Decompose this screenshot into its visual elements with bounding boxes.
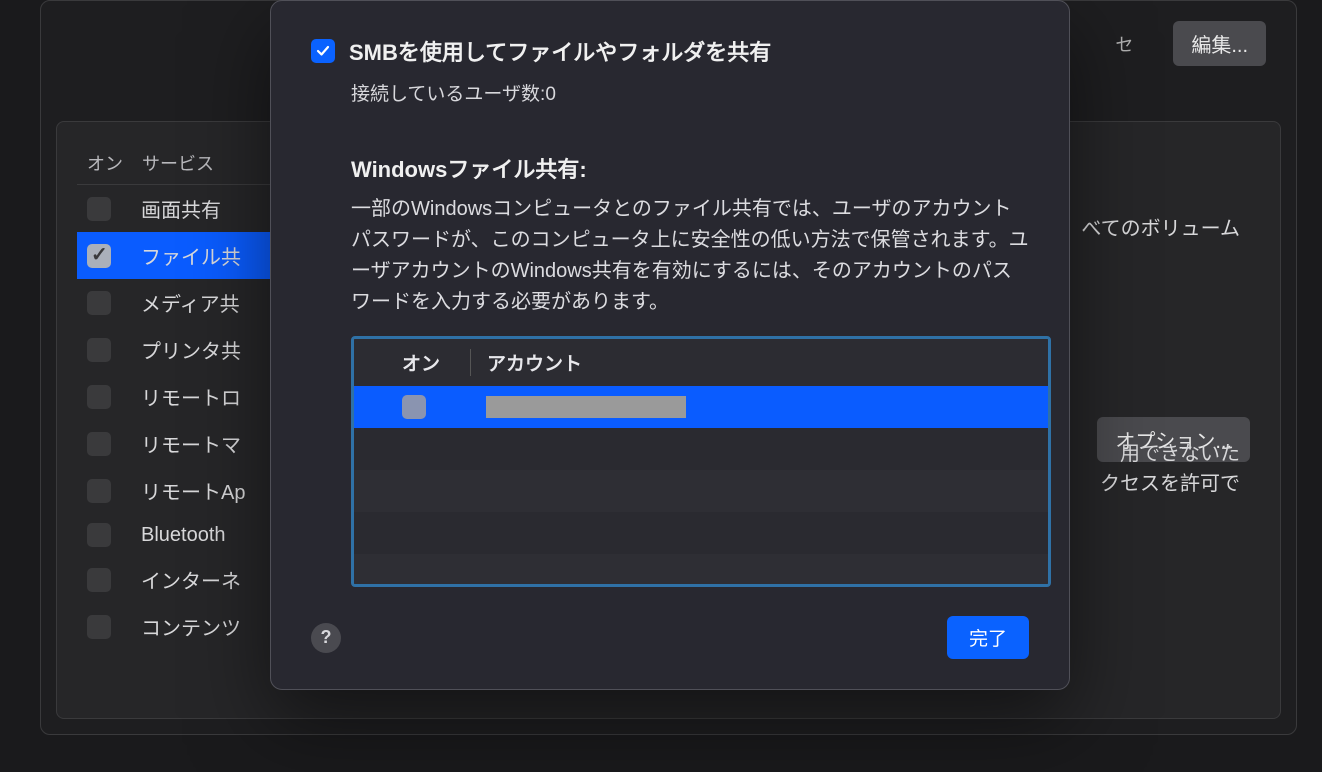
account-row-empty [354, 470, 1048, 512]
sidebar-item-bluetooth-sharing[interactable]: Bluetooth [77, 514, 302, 556]
sidebar-item-internet-sharing[interactable]: インターネ [77, 556, 302, 603]
checkbox-icon[interactable] [87, 291, 111, 315]
sidebar-item-media-sharing[interactable]: メディア共 [77, 279, 302, 326]
account-checkbox[interactable] [402, 395, 426, 419]
accounts-table-header: オン アカウント [354, 339, 1048, 386]
smb-options-sheet: SMBを使用してファイルやフォルダを共有 接続しているユーザ数:0 Window… [270, 0, 1070, 690]
account-row-empty [354, 554, 1048, 584]
services-sidebar: オン サービス 画面共有 ファイル共 メディア共 プリンタ共 リモートロ リモー… [77, 142, 302, 698]
account-row-empty [354, 512, 1048, 554]
checkbox-icon[interactable] [87, 385, 111, 409]
connected-users-count: 接続しているユーザ数:0 [351, 79, 1029, 106]
table-header-on: オン [370, 349, 470, 376]
checkbox-icon[interactable] [87, 338, 111, 362]
done-button[interactable]: 完了 [947, 616, 1029, 659]
info-text-fragment: 用できないた [1120, 437, 1240, 466]
sidebar-item-remote-apple-events[interactable]: リモートAp [77, 467, 302, 514]
checkbox-icon[interactable] [87, 432, 111, 456]
account-row[interactable] [354, 386, 1048, 428]
sidebar-item-remote-login[interactable]: リモートロ [77, 373, 302, 420]
sidebar-header: オン サービス [77, 142, 302, 185]
account-name-redacted [486, 396, 686, 418]
checkbox-icon[interactable] [87, 244, 111, 268]
edit-button[interactable]: 編集... [1173, 21, 1266, 66]
help-button[interactable]: ? [311, 623, 341, 653]
info-text-fragment: クセスを許可で [1100, 467, 1240, 496]
windows-file-sharing-title: Windowsファイル共有: [351, 152, 1029, 184]
checkbox-icon[interactable] [87, 615, 111, 639]
sidebar-item-file-sharing[interactable]: ファイル共 [77, 232, 302, 279]
checkbox-icon[interactable] [87, 197, 111, 221]
accounts-table: オン アカウント [351, 336, 1051, 587]
windows-file-sharing-description: 一部のWindowsコンピュータとのファイル共有では、ユーザのアカウントパスワー… [351, 194, 1029, 318]
sidebar-header-on: オン [87, 150, 142, 176]
sidebar-header-service: サービス [142, 150, 214, 176]
checkbox-icon[interactable] [87, 568, 111, 592]
sidebar-item-printer-sharing[interactable]: プリンタ共 [77, 326, 302, 373]
sidebar-item-remote-management[interactable]: リモートマ [77, 420, 302, 467]
checkbox-icon[interactable] [87, 479, 111, 503]
checkbox-icon[interactable] [87, 523, 111, 547]
table-header-account: アカウント [470, 349, 1032, 376]
sidebar-item-screen-sharing[interactable]: 画面共有 [77, 185, 302, 232]
truncated-text: セ [1115, 31, 1133, 57]
check-icon [315, 43, 331, 59]
smb-title: SMBを使用してファイルやフォルダを共有 [349, 35, 771, 67]
sidebar-item-content-caching[interactable]: コンテンツ [77, 603, 302, 650]
volume-text-fragment: べてのボリューム [1081, 212, 1240, 241]
account-row-empty [354, 428, 1048, 470]
smb-checkbox[interactable] [311, 39, 335, 63]
